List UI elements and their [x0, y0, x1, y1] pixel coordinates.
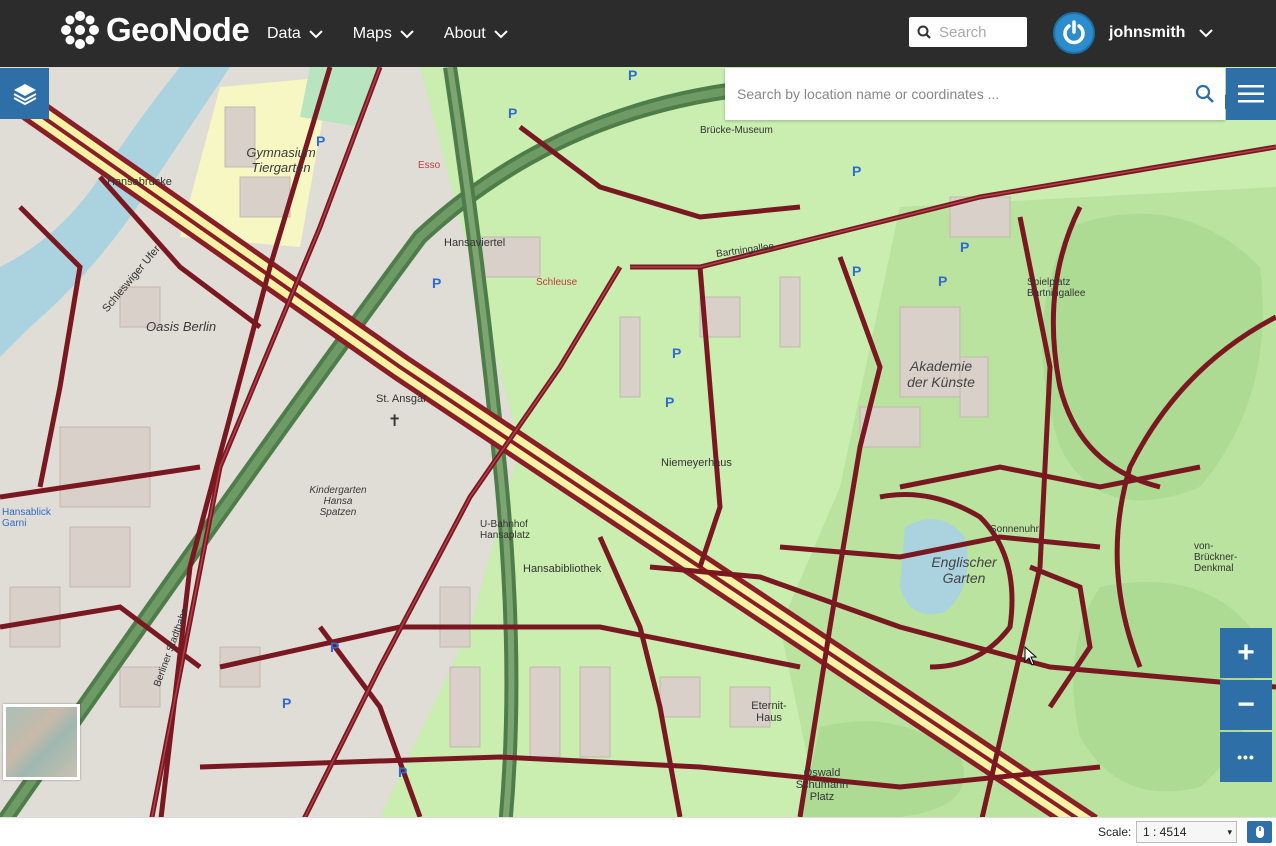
- nav-search-box: [909, 17, 1027, 47]
- map-label-sonnenuhr: Sonnenuhr: [990, 524, 1039, 535]
- parking-icon: P: [672, 345, 682, 361]
- chevron-down-icon: [1199, 29, 1214, 38]
- scale-select[interactable]: 1 : 4514 ▾: [1136, 821, 1237, 843]
- parking-icon: P: [316, 133, 326, 149]
- zoom-in-label: +: [1237, 636, 1255, 669]
- search-icon: [917, 25, 931, 39]
- map-label-spielplatz: Spielplatz Bartningallee: [1027, 277, 1086, 299]
- nav-maps-label: Maps: [352, 24, 392, 42]
- location-search-button[interactable]: [1185, 74, 1225, 114]
- map-label-oasis: Oasis Berlin: [146, 319, 217, 334]
- mouse-position-button[interactable]: [1247, 821, 1272, 843]
- avatar[interactable]: [1053, 12, 1095, 54]
- username: johnsmith: [1109, 24, 1186, 41]
- geonode-flower-icon: [61, 11, 99, 49]
- mouse-icon: [1255, 826, 1264, 838]
- map-label-u-bahnhof: U-Bahnhof Hansaplatz: [480, 519, 531, 541]
- hamburger-icon: [1238, 85, 1264, 103]
- church-icon: ✝: [388, 413, 402, 430]
- map-label-st-ansgar: St. Ansgar: [376, 393, 427, 405]
- parking-icon: P: [665, 394, 675, 410]
- layers-icon: [13, 83, 36, 105]
- map-label-schleuse: Schleuse: [536, 277, 578, 288]
- search-icon: [1195, 84, 1214, 103]
- top-navbar: GeoNode Data Maps About johnsmith: [0, 0, 1276, 67]
- map-label-denkmal: von-Brückner-Denkmal: [1194, 541, 1238, 574]
- brand-logo[interactable]: GeoNode: [60, 10, 250, 50]
- scale-value: 1 : 4514: [1143, 825, 1187, 839]
- nav-maps[interactable]: Maps: [353, 25, 414, 43]
- nav-search-input[interactable]: [939, 23, 1019, 41]
- location-search-input[interactable]: [737, 86, 1185, 102]
- nav-about-label: About: [443, 24, 486, 42]
- mouse-cursor-icon: [1024, 646, 1038, 666]
- power-icon: [1063, 20, 1085, 45]
- user-menu[interactable]: johnsmith: [1053, 12, 1214, 54]
- nav-about[interactable]: About: [444, 25, 508, 43]
- parking-icon: P: [938, 273, 948, 289]
- parking-icon: P: [852, 163, 862, 179]
- map-label-akademie: Akademie der Künste: [907, 358, 975, 390]
- more-tools-button[interactable]: •••: [1220, 732, 1272, 782]
- map-footer: Scale: 1 : 4514 ▾: [0, 817, 1276, 846]
- map-label-oswald: Oswald Schumann Platz: [795, 767, 849, 803]
- map-label-hansablick: Hansablick Garni: [2, 507, 51, 529]
- map-label-englischer: Englischer Garten: [931, 554, 997, 586]
- map-label-gymnasium: Gymnasium Tiergarten: [246, 145, 316, 175]
- map-tiles: [0, 67, 1276, 817]
- zoom-controls: + − •••: [1220, 628, 1272, 784]
- nav-data-label: Data: [267, 24, 301, 42]
- parking-icon: P: [330, 639, 340, 655]
- parking-icon: P: [960, 239, 970, 255]
- map-label-kindergarten: Kindergarten Hansa Spatzen: [309, 485, 367, 518]
- parking-icon: P: [398, 764, 408, 780]
- parking-icon: P: [852, 263, 862, 279]
- main-nav: Data Maps About: [267, 0, 538, 67]
- map-label-museum: Brücke-Museum: [700, 125, 773, 136]
- chevron-down-icon: [494, 29, 508, 38]
- map-label-hansabruecke: Hansabrücke: [107, 176, 172, 188]
- burger-menu-button[interactable]: [1226, 68, 1276, 120]
- overview-map[interactable]: [3, 704, 80, 780]
- zoom-out-button[interactable]: −: [1220, 680, 1272, 730]
- map-canvas[interactable]: Hansabrücke Gymnasium Tiergarten Oasis B…: [0, 67, 1276, 817]
- scale-label: Scale:: [1098, 825, 1132, 839]
- map-label-hansabibliothek: Hansabibliothek: [523, 563, 602, 575]
- zoom-in-button[interactable]: +: [1220, 628, 1272, 678]
- brand-name: GeoNode: [106, 11, 250, 48]
- location-search-bar: [725, 68, 1225, 120]
- chevron-down-icon: [309, 29, 323, 38]
- map-label-hansaviertel: Hansaviertel: [444, 237, 506, 249]
- map-label-niemeyerhaus: Niemeyerhaus: [661, 457, 732, 469]
- layers-button[interactable]: [0, 68, 49, 119]
- map-label-eternit: Eternit-Haus: [751, 700, 787, 724]
- parking-icon: P: [432, 275, 442, 291]
- parking-icon: P: [508, 105, 518, 121]
- parking-icon: P: [282, 695, 292, 711]
- more-tools-label: •••: [1237, 749, 1255, 765]
- chevron-down-icon: ▾: [1227, 827, 1232, 837]
- parking-icon: P: [628, 67, 638, 83]
- map-label-esso: Esso: [418, 160, 441, 171]
- nav-data[interactable]: Data: [267, 25, 323, 43]
- chevron-down-icon: [400, 29, 414, 38]
- zoom-out-label: −: [1237, 688, 1255, 721]
